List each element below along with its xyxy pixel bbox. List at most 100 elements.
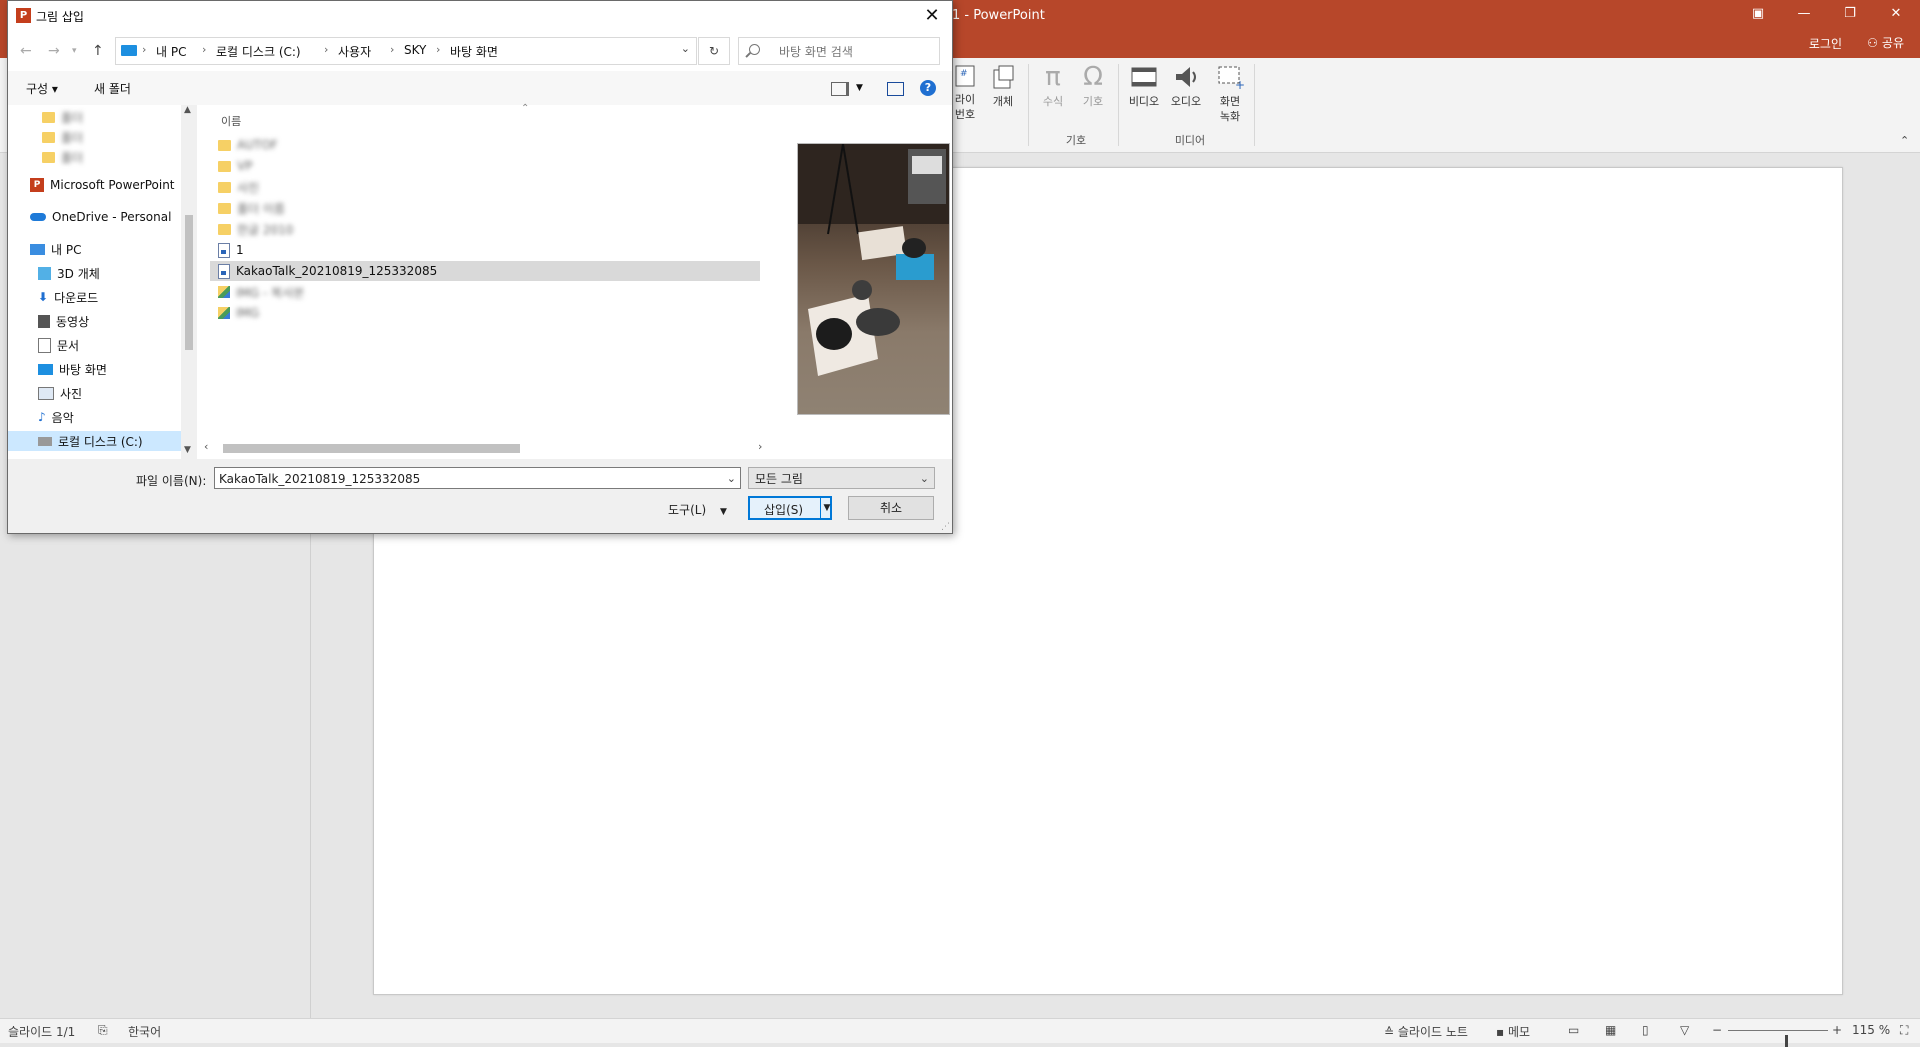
breadcrumb-local-disk[interactable]: 로컬 디스크 (C:)	[216, 43, 301, 60]
zoom-slider-thumb[interactable]	[1785, 1035, 1788, 1047]
file-name: AUTOF	[237, 138, 278, 152]
zoom-in-button[interactable]: +	[1832, 1023, 1842, 1037]
speaker-icon	[1176, 67, 1196, 87]
nav-item-documents[interactable]: 문서	[38, 335, 79, 355]
reading-view-icon[interactable]: ▯	[1642, 1023, 1649, 1037]
view-options-icon[interactable]	[831, 82, 849, 96]
screen-recording-label: 화면 녹화	[1219, 95, 1241, 123]
tools-button[interactable]: 도구(L) ▼	[668, 501, 727, 518]
scroll-up-icon[interactable]: ▲	[184, 105, 191, 115]
zoom-slider[interactable]	[1728, 1030, 1828, 1047]
nav-item-music[interactable]: ♪ 음악	[38, 407, 74, 427]
nav-scrollbar-thumb[interactable]	[185, 215, 193, 350]
refresh-button[interactable]: ↻	[698, 37, 730, 65]
preview-pane-icon[interactable]	[887, 82, 904, 96]
breadcrumb-sky[interactable]: SKY	[404, 43, 426, 57]
nav-item-this-pc[interactable]: 내 PC	[30, 239, 81, 259]
notes-toggle[interactable]: ≙ 슬라이드 노트	[1384, 1023, 1468, 1040]
view-dropdown-icon[interactable]: ▼	[856, 83, 863, 93]
normal-view-icon[interactable]: ▭	[1568, 1023, 1579, 1037]
slideshow-icon[interactable]: ▽	[1680, 1023, 1689, 1037]
file-name-input[interactable]: KakaoTalk_20210819_125332085 ⌄	[214, 467, 741, 489]
audio-button[interactable]: 오디오	[1166, 64, 1206, 109]
accessibility-icon[interactable]: ⎘	[98, 1023, 108, 1038]
ribbon-display-options-icon[interactable]: ▣	[1744, 4, 1772, 24]
ribbon-separator	[1118, 64, 1119, 146]
chevron-down-icon[interactable]: ⌄	[727, 468, 736, 490]
file-row[interactable]: 사진	[210, 177, 760, 197]
file-name-label: 파일 이름(N):	[136, 474, 207, 488]
login-link[interactable]: 로그인	[1809, 35, 1842, 52]
nav-label: 사진	[60, 386, 83, 401]
restore-icon[interactable]: ❐	[1836, 4, 1864, 24]
breadcrumb-desktop[interactable]: 바탕 화면	[450, 43, 498, 60]
forward-arrow-icon[interactable]: →	[48, 43, 60, 59]
slide-sorter-icon[interactable]: ▦	[1605, 1023, 1616, 1037]
close-icon[interactable]: ✕	[1882, 4, 1910, 24]
collapse-ribbon-icon[interactable]: ⌃	[1900, 134, 1909, 147]
search-input[interactable]: 바탕 화면 검색	[738, 37, 940, 65]
file-row-selected[interactable]: KakaoTalk_20210819_125332085	[210, 261, 760, 281]
file-list-hscrollbar[interactable]: ‹ ›	[198, 439, 773, 457]
recent-locations-icon[interactable]: ▾	[72, 46, 77, 56]
video-button[interactable]: 비디오	[1124, 64, 1164, 109]
language-indicator[interactable]: 한국어	[128, 1023, 161, 1040]
address-bar[interactable]: › 내 PC › 로컬 디스크 (C:) › 사용자 › SKY › 바탕 화면…	[115, 37, 697, 65]
cancel-button[interactable]: 취소	[848, 496, 934, 520]
file-row[interactable]: 폴더 이름	[210, 198, 760, 218]
help-icon[interactable]: ?	[920, 80, 936, 96]
share-button[interactable]: ⚇ 공유	[1867, 34, 1904, 51]
scroll-left-icon[interactable]: ‹	[204, 440, 208, 453]
file-name: IMG - 복사본	[236, 285, 305, 300]
minimize-icon[interactable]: —	[1790, 4, 1818, 24]
nav-item-3d-objects[interactable]: 3D 개체	[38, 263, 100, 283]
up-arrow-icon[interactable]: ↑	[92, 43, 104, 59]
file-type-filter[interactable]: 모든 그림 ⌄	[748, 467, 935, 489]
back-arrow-icon[interactable]: ←	[20, 43, 32, 59]
nav-folder[interactable]: 폴더	[42, 127, 83, 147]
column-header-name[interactable]: 이름	[221, 113, 241, 129]
nav-folder[interactable]: 폴더	[42, 147, 83, 167]
organize-button[interactable]: 구성 ▾	[26, 80, 58, 97]
hscrollbar-thumb[interactable]	[223, 444, 520, 453]
insert-dropdown-icon[interactable]: ▼	[820, 498, 833, 518]
nav-folder[interactable]: 폴더	[42, 107, 83, 127]
nav-item-local-disk[interactable]: 로컬 디스크 (C:)	[8, 431, 182, 451]
nav-item-pictures[interactable]: 사진	[38, 383, 82, 403]
symbol-button[interactable]: Ω 기호	[1078, 64, 1108, 109]
new-folder-button[interactable]: 새 폴더	[94, 80, 131, 97]
nav-item-desktop[interactable]: 바탕 화면	[38, 359, 107, 379]
file-row[interactable]: 한글 2010	[210, 219, 760, 239]
insert-button[interactable]: 삽입(S) ▼	[748, 496, 832, 520]
equation-button[interactable]: π 수식	[1038, 64, 1068, 109]
file-row[interactable]: IMG - 복사본	[210, 282, 760, 302]
ribbon-group-media: 미디어	[1174, 134, 1206, 147]
resize-grip-icon[interactable]: ⋰	[941, 522, 950, 532]
chevron-down-icon[interactable]: ⌄	[681, 42, 690, 55]
fit-to-window-icon[interactable]: ⛶	[1900, 1023, 1908, 1038]
nav-scrollbar[interactable]: ▲ ▼	[181, 105, 197, 459]
scroll-down-icon[interactable]: ▼	[184, 445, 191, 455]
comments-toggle[interactable]: ▪ 메모	[1496, 1023, 1530, 1040]
breadcrumb-this-pc[interactable]: 내 PC	[156, 43, 186, 60]
object-button[interactable]: 개체	[986, 64, 1020, 109]
file-row[interactable]: 1	[210, 240, 760, 260]
nav-item-onedrive[interactable]: OneDrive - Personal	[30, 207, 171, 227]
nav-label: 음악	[51, 410, 74, 425]
slide-number-button[interactable]: # 라이 번호	[950, 64, 980, 122]
dialog-close-icon[interactable]: ✕	[912, 1, 952, 31]
cube-icon	[38, 266, 51, 280]
file-row[interactable]: AUTOF	[210, 135, 760, 155]
file-row[interactable]: IMG	[210, 303, 760, 323]
nav-item-videos[interactable]: 동영상	[38, 311, 89, 331]
file-type-filter-value: 모든 그림	[755, 472, 803, 486]
nav-item-powerpoint[interactable]: P Microsoft PowerPoint	[30, 175, 175, 195]
nav-item-downloads[interactable]: ⬇ 다운로드	[38, 287, 98, 307]
file-row[interactable]: VP	[210, 156, 760, 176]
scroll-right-icon[interactable]: ›	[758, 440, 762, 453]
dialog-titlebar: P 그림 삽입 ✕	[8, 1, 952, 31]
breadcrumb-users[interactable]: 사용자	[338, 43, 371, 60]
zoom-out-button[interactable]: −	[1712, 1023, 1722, 1037]
zoom-level[interactable]: 115 %	[1852, 1023, 1890, 1037]
screen-recording-button[interactable]: + 화면 녹화	[1210, 64, 1250, 124]
